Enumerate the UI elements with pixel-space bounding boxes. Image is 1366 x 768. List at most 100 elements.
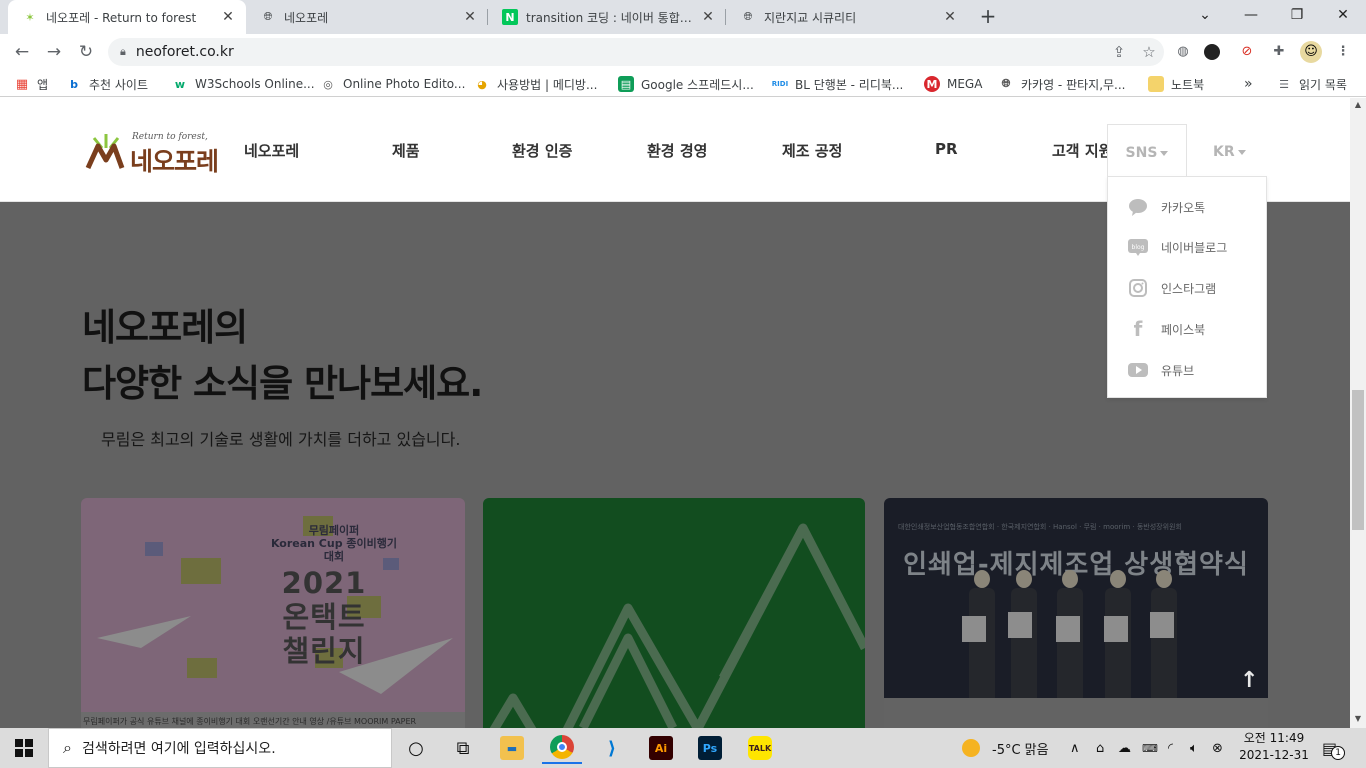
task-view-icon[interactable]: ⧉ (443, 732, 483, 764)
sns-menu-trigger[interactable]: SNS (1107, 124, 1187, 178)
nav-products[interactable]: 제품 (392, 140, 420, 161)
back-arrow-icon[interactable]: ← (10, 40, 34, 64)
bookmark-kakaoyoung[interactable]: 🌐︎ 카카영 - 판타지,무... (998, 74, 1126, 94)
bookmark-recommended[interactable]: b 추천 사이트 (66, 74, 148, 94)
logo-slogan: Return to forest, (132, 132, 208, 142)
nav-pr[interactable]: PR (935, 140, 958, 158)
vscode-icon[interactable]: ⟩ (592, 732, 632, 764)
tab-strip: ✶ 네오포레 - Return to forest ✕ 🌐︎ 네오포레 ✕ N … (0, 0, 1366, 34)
tab-search-chevron-down-icon[interactable]: ⌄ (1182, 0, 1228, 30)
language-selector[interactable]: KR (1213, 144, 1246, 160)
illustrator-icon[interactable]: Ai (641, 732, 681, 764)
minimize-button[interactable]: — (1228, 0, 1274, 30)
bookmark-star-icon[interactable]: ☆ (1134, 43, 1164, 61)
bookmark-folder-notebook[interactable]: 노트북 (1148, 74, 1204, 94)
cortana-circle-icon[interactable]: ○ (396, 732, 436, 764)
close-tab-icon[interactable]: ✕ (942, 9, 958, 25)
clock-date: 2021-12-31 (1239, 748, 1309, 762)
person-head (1110, 570, 1126, 588)
scroll-to-top-arrow-icon[interactable]: ↑ (1240, 668, 1258, 693)
puzzle-extensions-icon[interactable]: ✚ (1268, 41, 1290, 63)
news-card-agreement[interactable]: 대한인쇄정보산업협동조합연합회 · 한국제지연합회 · Hansol · 무림 … (884, 498, 1268, 728)
bookmark-w3schools[interactable]: w W3Schools Online... (172, 74, 315, 94)
naver-blog-icon: blog (1128, 237, 1148, 257)
nav-certification[interactable]: 환경 인증 (512, 140, 572, 161)
bookmark-google-sheets[interactable]: ▤ Google 스프레드시... (618, 74, 754, 94)
tab-neoforet-active[interactable]: ✶ 네오포레 - Return to forest ✕ (8, 0, 246, 34)
section-title-line1: 네오포레의 (82, 306, 248, 349)
sns-item-facebook[interactable]: f 페이스북 (1128, 317, 1206, 341)
close-tab-icon[interactable]: ✕ (700, 9, 716, 25)
chrome-icon[interactable] (542, 732, 582, 764)
close-tab-icon[interactable]: ✕ (220, 9, 236, 25)
blocker-extension-icon[interactable]: ⊘ (1236, 41, 1258, 63)
bookmark-apps[interactable]: ▦ 앱 (14, 74, 48, 94)
tab-title: transition 코딩 : 네이버 통합검색 (526, 10, 700, 25)
taskbar-search-box[interactable]: ⌕ 검색하려면 여기에 입력하십시오. (48, 728, 392, 768)
globe-extension-icon[interactable]: ◍ (1172, 41, 1194, 63)
forward-arrow-icon[interactable]: → (42, 40, 66, 64)
scroll-up-arrow-icon[interactable]: ▲ (1350, 100, 1366, 109)
keyboard-language-icon[interactable]: ⌨ (1142, 728, 1158, 768)
news-card-green-tree[interactable] (483, 498, 865, 728)
onedrive-cloud-icon[interactable]: ☁ (1118, 728, 1131, 768)
lock-icon[interactable]: 🔒︎ (120, 45, 126, 59)
sheets-icon: ▤ (618, 76, 634, 92)
tab-jiran[interactable]: 🌐︎ 지란지교 시큐리티 ✕ (726, 0, 968, 34)
person-head (1062, 570, 1078, 588)
sns-item-youtube[interactable]: 유튜브 (1128, 358, 1194, 382)
scroll-down-arrow-icon[interactable]: ▼ (1350, 714, 1366, 723)
nav-environment-management[interactable]: 환경 경영 (647, 140, 707, 161)
address-bar[interactable]: 🔒︎ neoforet.co.kr ⇪ ☆ (108, 38, 1164, 66)
weather-widget[interactable]: -5°C 맑음 (962, 728, 1049, 768)
agreement-document (1008, 612, 1032, 638)
scrollbar-thumb[interactable] (1352, 390, 1364, 530)
photoshop-icon[interactable]: Ps (690, 732, 730, 764)
wifi-icon[interactable]: ◜ (1168, 728, 1173, 768)
dark-mode-extension-icon[interactable] (1204, 44, 1220, 60)
bookmark-ridibooks[interactable]: RIDI BL 단행본 - 리디북... (771, 74, 904, 94)
news-card-challenge[interactable]: 무림페이퍼 Korean Cup 종이비행기대회 2021 온택트 챌린지 무림… (81, 498, 465, 728)
reload-icon[interactable]: ↻ (74, 40, 98, 64)
tab-neoforet[interactable]: 🌐︎ 네오포레 ✕ (246, 0, 488, 34)
naver-icon: N (502, 9, 518, 25)
notification-center-button[interactable]: ▤ 1 (1322, 728, 1346, 768)
sns-label: SNS (1125, 145, 1158, 161)
bookmark-label: Google 스프레드시... (641, 77, 754, 92)
nav-manufacturing[interactable]: 제조 공정 (782, 140, 842, 161)
close-tab-icon[interactable]: ✕ (462, 9, 478, 25)
sns-item-instagram[interactable]: 인스타그램 (1128, 276, 1216, 300)
kakaotalk-icon[interactable]: TALK (740, 732, 780, 764)
focus-assist-icon[interactable]: ⊗ (1212, 728, 1223, 768)
start-button[interactable] (0, 728, 48, 768)
share-icon[interactable]: ⇪ (1104, 43, 1134, 61)
card-caption: 무림페이퍼가 공식 유튜브 채널에 종이비행기 대회 오랜선기간 안내 영상 /… (81, 712, 465, 728)
new-tab-button[interactable]: + (976, 5, 1000, 29)
tray-overflow-chevron-up-icon[interactable]: ∧ (1070, 728, 1080, 768)
reading-list-button[interactable]: ☰ 읽기 목록 (1276, 74, 1347, 94)
bookmark-photo-editor[interactable]: ◎ Online Photo Edito... (320, 74, 465, 94)
volume-speaker-icon[interactable]: 🔈︎ (1190, 728, 1198, 768)
site-logo[interactable]: Return to forest, 네오포레 (84, 128, 234, 176)
nav-customer-support[interactable]: 고객 지원 (1052, 140, 1112, 161)
nav-neoforet[interactable]: 네오포레 (244, 140, 299, 161)
close-window-button[interactable]: ✕ (1320, 0, 1366, 30)
tab-naver-search[interactable]: N transition 코딩 : 네이버 통합검색 ✕ (488, 0, 726, 34)
bookmark-medibang[interactable]: ◕ 사용방법 | 메디방... (474, 74, 597, 94)
taskbar-clock[interactable]: 오전 11:49 2021-12-31 (1234, 730, 1314, 764)
bookmark-mega[interactable]: M MEGA (924, 74, 982, 94)
sns-item-kakaotalk[interactable]: 카카오톡 (1128, 195, 1205, 219)
language-label: KR (1213, 144, 1235, 160)
tab-title: 네오포레 (284, 10, 329, 25)
sns-item-naver-blog[interactable]: blog 네이버블로그 (1128, 235, 1227, 259)
profile-avatar[interactable]: ☺ (1300, 41, 1322, 63)
url-text[interactable]: neoforet.co.kr (136, 44, 1104, 60)
maximize-button[interactable]: ❐ (1274, 0, 1320, 30)
file-explorer-icon[interactable]: ▬ (492, 732, 532, 764)
more-menu-icon[interactable]: ⋮ (1332, 41, 1354, 63)
sns-item-label: 유튜브 (1161, 363, 1195, 378)
page-scrollbar[interactable]: ▲ ▼ (1350, 98, 1366, 728)
ridi-icon: RIDI (771, 80, 789, 88)
bookmarks-overflow-button[interactable]: » (1244, 74, 1253, 94)
usb-device-icon[interactable]: ⌂ (1096, 728, 1104, 768)
